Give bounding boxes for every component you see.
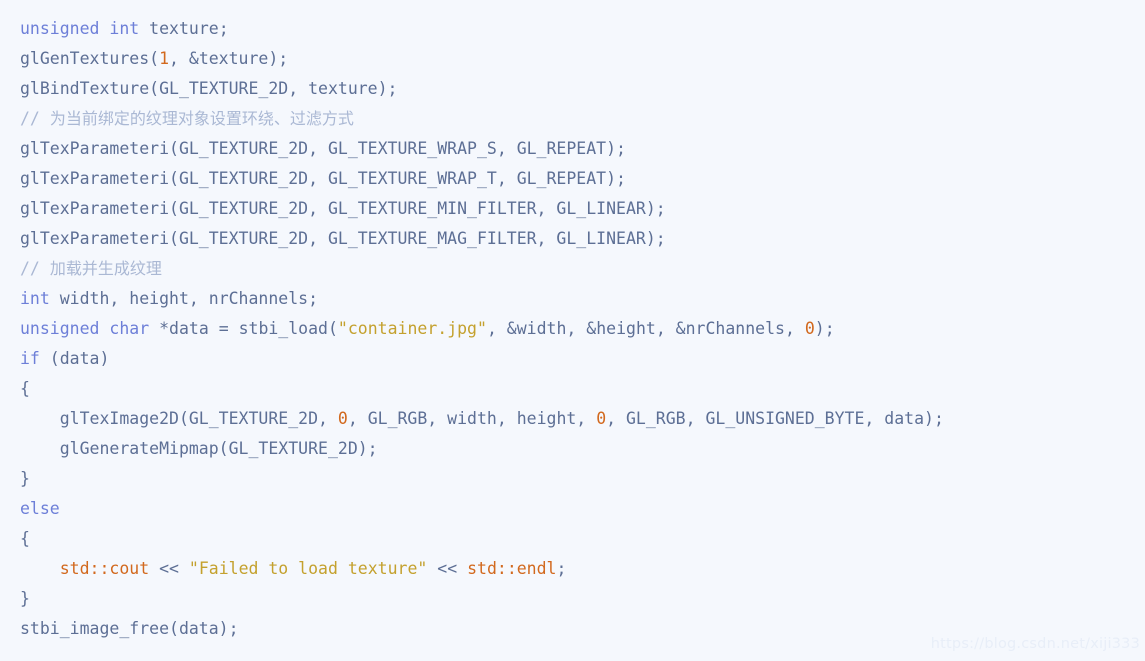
code-line: glBindTexture(GL_TEXTURE_2D, texture); <box>20 74 1145 104</box>
code-line: int width, height, nrChannels; <box>20 284 1145 314</box>
keyword-token: unsigned <box>20 19 100 38</box>
plain-token: glTexParameteri(GL_TEXTURE_2D, GL_TEXTUR… <box>20 229 666 248</box>
code-line: else <box>20 494 1145 524</box>
plain-token: ); <box>814 319 835 338</box>
watermark: https://blog.csdn.net/xiji333 <box>930 636 1140 652</box>
code-line: { <box>20 374 1145 404</box>
plain-token: glTexParameteri(GL_TEXTURE_2D, GL_TEXTUR… <box>20 169 626 188</box>
number-token: 1 <box>159 49 170 68</box>
code-line: std::cout << "Failed to load texture" <<… <box>20 554 1145 584</box>
plain-token: *data = stbi_load( <box>149 319 338 338</box>
plain-token: glTexParameteri(GL_TEXTURE_2D, GL_TEXTUR… <box>20 139 626 158</box>
code-line: glGenTextures(1, &texture); <box>20 44 1145 74</box>
keyword-token: int <box>109 19 140 38</box>
indent-token <box>20 559 60 578</box>
plain-token: glTexImage2D(GL_TEXTURE_2D, <box>20 409 338 428</box>
string-token: "container.jpg" <box>337 319 487 338</box>
plain-token: width, height, nrChannels; <box>49 289 319 308</box>
code-line: glTexParameteri(GL_TEXTURE_2D, GL_TEXTUR… <box>20 194 1145 224</box>
plain-token: glGenerateMipmap(GL_TEXTURE_2D); <box>20 439 378 458</box>
brace-token: } <box>20 469 30 488</box>
brace-token: { <box>20 529 30 548</box>
code-line: glTexParameteri(GL_TEXTURE_2D, GL_TEXTUR… <box>20 224 1145 254</box>
code-line: glTexParameteri(GL_TEXTURE_2D, GL_TEXTUR… <box>20 164 1145 194</box>
code-line: } <box>20 584 1145 614</box>
comment-slashes: // <box>20 109 50 128</box>
keyword-token: if <box>20 349 40 368</box>
brace-token: } <box>20 589 30 608</box>
number-token: 0 <box>804 319 815 338</box>
comment-text: 为当前绑定的纹理对象设置环绕、过滤方式 <box>49 109 354 128</box>
plain-token: glTexParameteri(GL_TEXTURE_2D, GL_TEXTUR… <box>20 199 666 218</box>
code-line-comment: // 为当前绑定的纹理对象设置环绕、过滤方式 <box>20 104 1145 134</box>
number-token: 0 <box>337 409 348 428</box>
code-line: glGenerateMipmap(GL_TEXTURE_2D); <box>20 434 1145 464</box>
keyword-token: int <box>20 289 50 308</box>
keyword-token: char <box>109 319 150 338</box>
operator-token: << <box>149 559 189 578</box>
plain-token: , GL_RGB, GL_UNSIGNED_BYTE, data); <box>606 409 944 428</box>
code-line-comment: // 加载并生成纹理 <box>20 254 1145 284</box>
string-token: "Failed to load texture" <box>188 559 428 578</box>
number-token: 0 <box>596 409 607 428</box>
semicolon-token: ; <box>556 559 567 578</box>
operator-token: << <box>427 559 468 578</box>
plain-token: glGenTextures( <box>20 49 160 68</box>
keyword-token: unsigned <box>20 319 100 338</box>
plain-token: texture; <box>139 19 229 38</box>
brace-token: { <box>20 379 30 398</box>
keyword-token: else <box>20 499 60 518</box>
plain-token: glBindTexture(GL_TEXTURE_2D, texture); <box>20 79 398 98</box>
code-block[interactable]: unsigned int texture; glGenTextures(1, &… <box>0 0 1145 661</box>
code-line: { <box>20 524 1145 554</box>
plain-token: stbi_image_free(data); <box>20 619 239 638</box>
comment-slashes: // <box>20 259 50 278</box>
plain-token: (data) <box>39 349 110 368</box>
comment-text: 加载并生成纹理 <box>49 259 162 278</box>
code-line: } <box>20 464 1145 494</box>
code-line: unsigned char *data = stbi_load("contain… <box>20 314 1145 344</box>
code-line: glTexImage2D(GL_TEXTURE_2D, 0, GL_RGB, w… <box>20 404 1145 434</box>
code-line: unsigned int texture; <box>20 14 1145 44</box>
namespace-token: std::cout <box>59 559 150 578</box>
code-line: glTexParameteri(GL_TEXTURE_2D, GL_TEXTUR… <box>20 134 1145 164</box>
plain-token: , GL_RGB, width, height, <box>347 409 597 428</box>
plain-token: , &width, &height, &nrChannels, <box>486 319 805 338</box>
namespace-token: std::endl <box>467 559 557 578</box>
code-line: if (data) <box>20 344 1145 374</box>
plain-token: , &texture); <box>169 49 289 68</box>
